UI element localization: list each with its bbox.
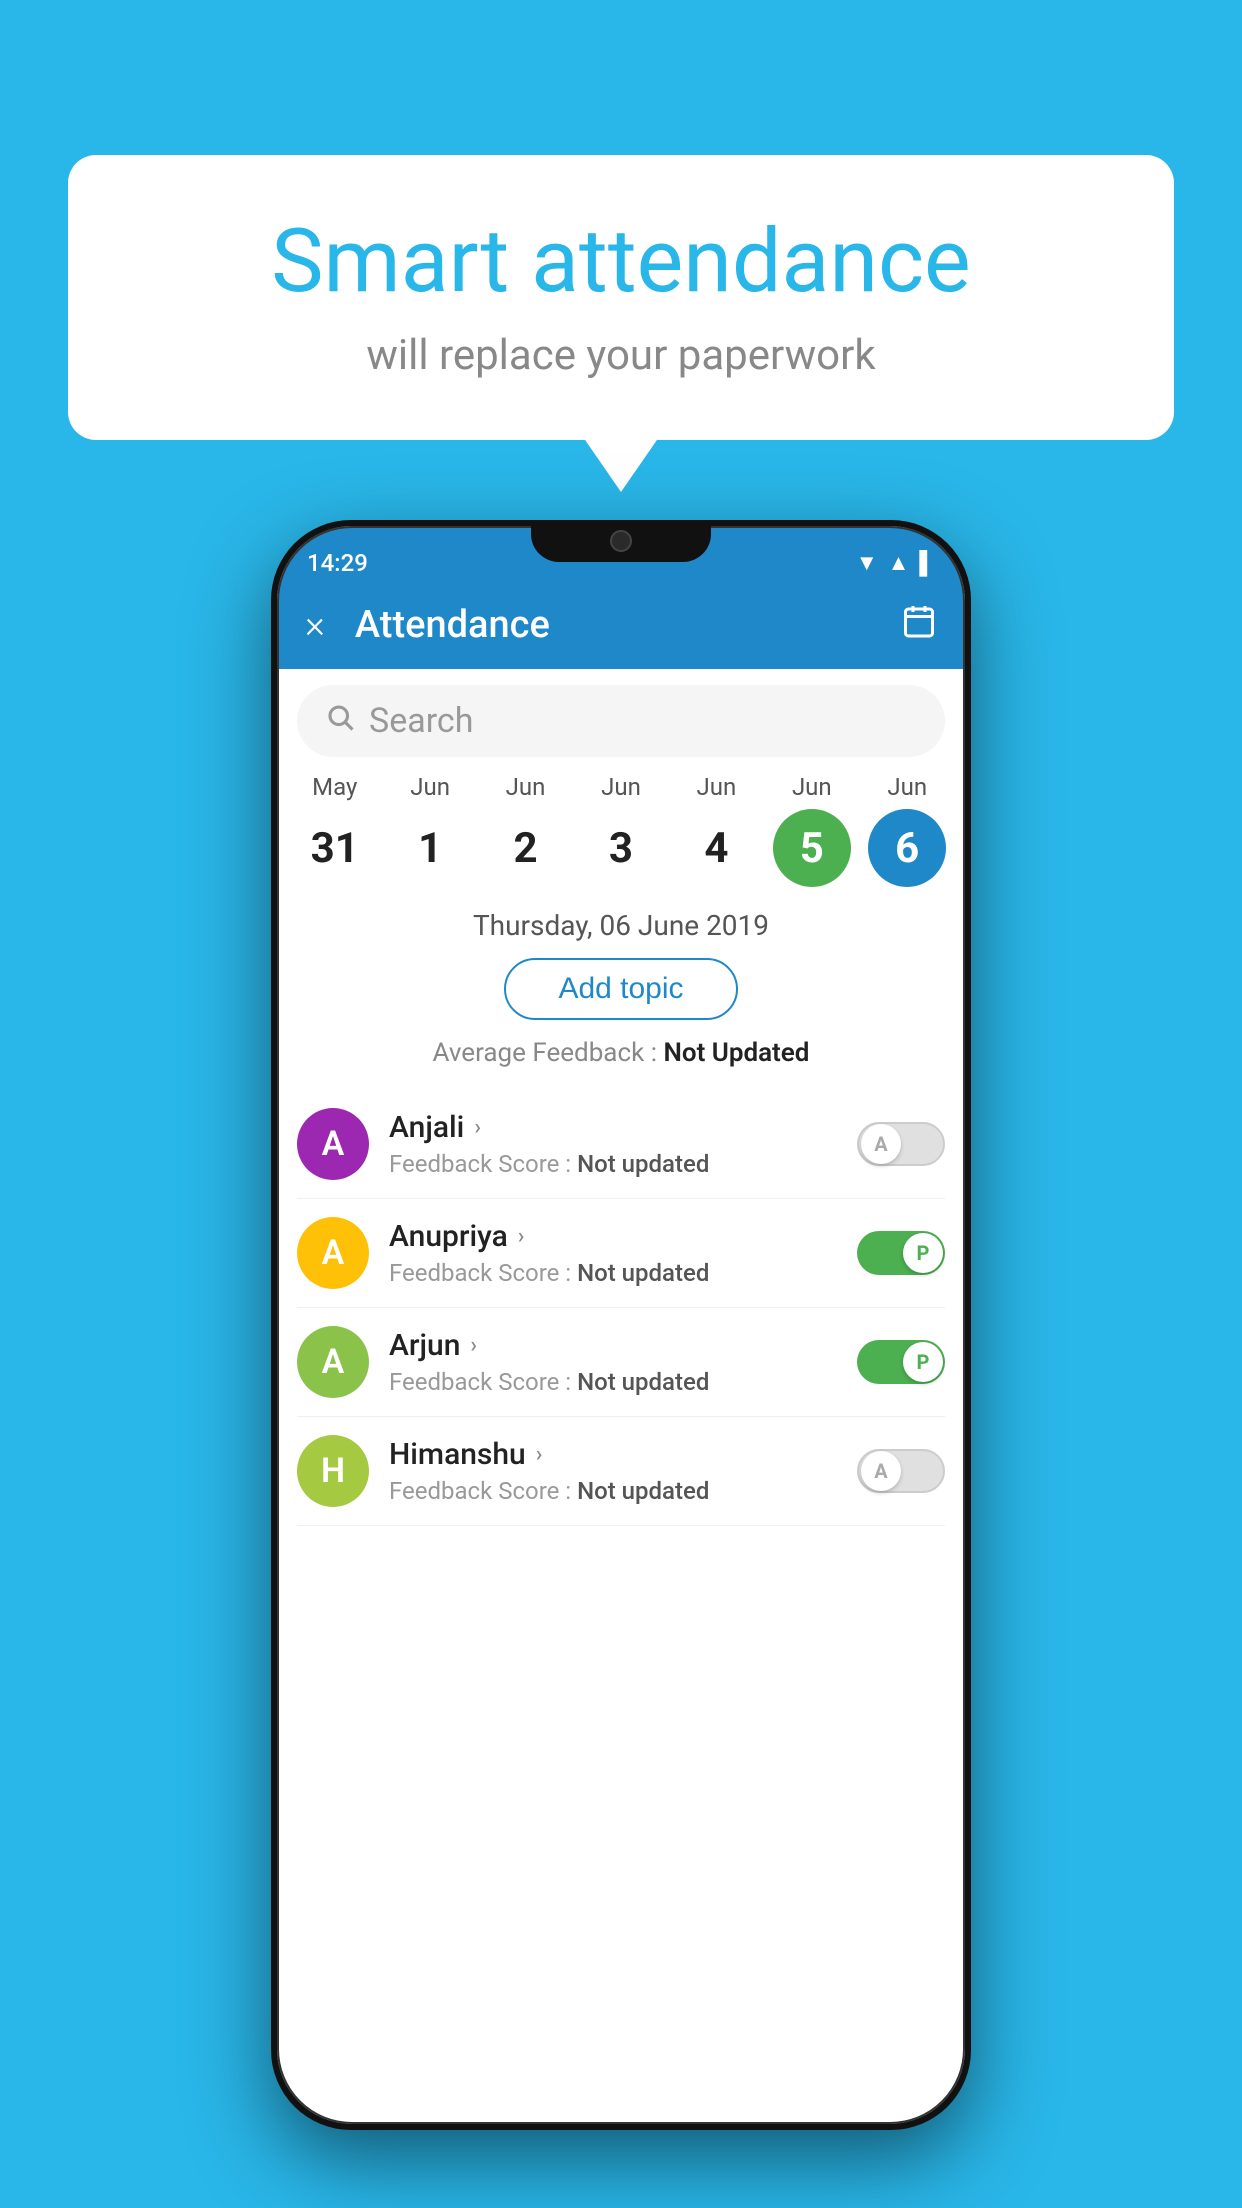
- attendance-toggle-2[interactable]: P: [857, 1340, 945, 1384]
- phone-notch: [531, 520, 711, 562]
- attendance-toggle-1[interactable]: P: [857, 1231, 945, 1275]
- search-bar[interactable]: Search: [297, 685, 945, 757]
- battery-icon: ▌: [919, 550, 935, 576]
- calendar-day-3[interactable]: Jun 3: [580, 773, 662, 887]
- status-time: 14:29: [307, 549, 368, 577]
- student-feedback-2: Feedback Score : Not updated: [389, 1368, 837, 1396]
- signal-icon: ▲: [888, 550, 910, 576]
- speech-bubble: Smart attendance will replace your paper…: [68, 155, 1174, 440]
- cal-month-label: May: [312, 773, 357, 801]
- calendar-day-2[interactable]: Jun 2: [485, 773, 567, 887]
- add-topic-button[interactable]: Add topic: [504, 958, 737, 1020]
- student-feedback-1: Feedback Score : Not updated: [389, 1259, 837, 1287]
- cal-date-number[interactable]: 4: [677, 809, 755, 887]
- calendar-day-5[interactable]: Jun 5: [771, 773, 853, 887]
- app-bar: × Attendance: [277, 581, 965, 669]
- chevron-right-icon: ›: [536, 1442, 543, 1467]
- student-info-2: Arjun › Feedback Score : Not updated: [389, 1328, 837, 1396]
- student-item-3[interactable]: H Himanshu › Feedback Score : Not updated A: [297, 1417, 945, 1526]
- student-name-3: Himanshu ›: [389, 1437, 837, 1472]
- student-avatar-2: A: [297, 1326, 369, 1398]
- wifi-icon: ▼: [856, 550, 878, 576]
- student-avatar-1: A: [297, 1217, 369, 1289]
- toggle-knob-2: P: [903, 1342, 943, 1382]
- calendar-day-6[interactable]: Jun 6: [866, 773, 948, 887]
- search-input-placeholder[interactable]: Search: [369, 701, 473, 741]
- search-icon: [325, 702, 355, 740]
- phone-wrapper: 14:29 ▼ ▲ ▌ × Attendance: [271, 520, 971, 2130]
- student-item-0[interactable]: A Anjali › Feedback Score : Not updated A: [297, 1090, 945, 1199]
- toggle-knob-0: A: [861, 1124, 901, 1164]
- calendar-icon[interactable]: [901, 603, 937, 648]
- student-feedback-3: Feedback Score : Not updated: [389, 1477, 837, 1505]
- student-info-0: Anjali › Feedback Score : Not updated: [389, 1110, 837, 1178]
- attendance-toggle-0[interactable]: A: [857, 1122, 945, 1166]
- attendance-toggle-3[interactable]: A: [857, 1449, 945, 1493]
- calendar-day-1[interactable]: Jun 1: [389, 773, 471, 887]
- close-button[interactable]: ×: [305, 603, 325, 647]
- app-title: Attendance: [355, 603, 901, 647]
- student-feedback-0: Feedback Score : Not updated: [389, 1150, 837, 1178]
- cal-date-number[interactable]: 6: [868, 809, 946, 887]
- bubble-title: Smart attendance: [128, 210, 1114, 313]
- student-info-3: Himanshu › Feedback Score : Not updated: [389, 1437, 837, 1505]
- average-feedback: Average Feedback : Not Updated: [277, 1038, 965, 1068]
- bubble-subtitle: will replace your paperwork: [128, 331, 1114, 380]
- cal-date-number[interactable]: 31: [296, 809, 374, 887]
- status-icons: ▼ ▲ ▌: [856, 550, 935, 576]
- student-name-0: Anjali ›: [389, 1110, 837, 1145]
- cal-date-number[interactable]: 5: [773, 809, 851, 887]
- front-camera: [610, 530, 632, 552]
- chevron-right-icon: ›: [470, 1333, 477, 1358]
- selected-date-label: Thursday, 06 June 2019: [277, 909, 965, 942]
- chevron-right-icon: ›: [474, 1115, 481, 1140]
- cal-month-label: Jun: [792, 773, 832, 801]
- student-item-1[interactable]: A Anupriya › Feedback Score : Not updated P: [297, 1199, 945, 1308]
- calendar-day-4[interactable]: Jun 4: [675, 773, 757, 887]
- toggle-knob-1: P: [903, 1233, 943, 1273]
- phone-device: 14:29 ▼ ▲ ▌ × Attendance: [271, 520, 971, 2130]
- calendar-day-0[interactable]: May 31: [294, 773, 376, 887]
- calendar-days-row: May 31 Jun 1 Jun 2 Jun 3 Jun 4 Jun 5 Jun 6: [277, 773, 965, 887]
- cal-month-label: Jun: [887, 773, 927, 801]
- chevron-right-icon: ›: [518, 1224, 525, 1249]
- student-avatar-0: A: [297, 1108, 369, 1180]
- cal-date-number[interactable]: 2: [487, 809, 565, 887]
- student-list: AAnjali ›Feedback Score : Not updatedAAA…: [277, 1090, 965, 1526]
- speech-bubble-container: Smart attendance will replace your paper…: [68, 155, 1174, 440]
- avg-feedback-label: Average Feedback :: [433, 1038, 657, 1068]
- student-name-2: Arjun ›: [389, 1328, 837, 1363]
- student-item-2[interactable]: A Arjun › Feedback Score : Not updated P: [297, 1308, 945, 1417]
- cal-month-label: Jun: [506, 773, 546, 801]
- cal-month-label: Jun: [697, 773, 737, 801]
- cal-month-label: Jun: [601, 773, 641, 801]
- cal-date-number[interactable]: 3: [582, 809, 660, 887]
- avg-feedback-value: Not Updated: [663, 1038, 809, 1068]
- cal-date-number[interactable]: 1: [391, 809, 469, 887]
- student-info-1: Anupriya › Feedback Score : Not updated: [389, 1219, 837, 1287]
- cal-month-label: Jun: [410, 773, 450, 801]
- student-avatar-3: H: [297, 1435, 369, 1507]
- toggle-knob-3: A: [861, 1451, 901, 1491]
- student-name-1: Anupriya ›: [389, 1219, 837, 1254]
- phone-screen: 14:29 ▼ ▲ ▌ × Attendance: [277, 526, 965, 2124]
